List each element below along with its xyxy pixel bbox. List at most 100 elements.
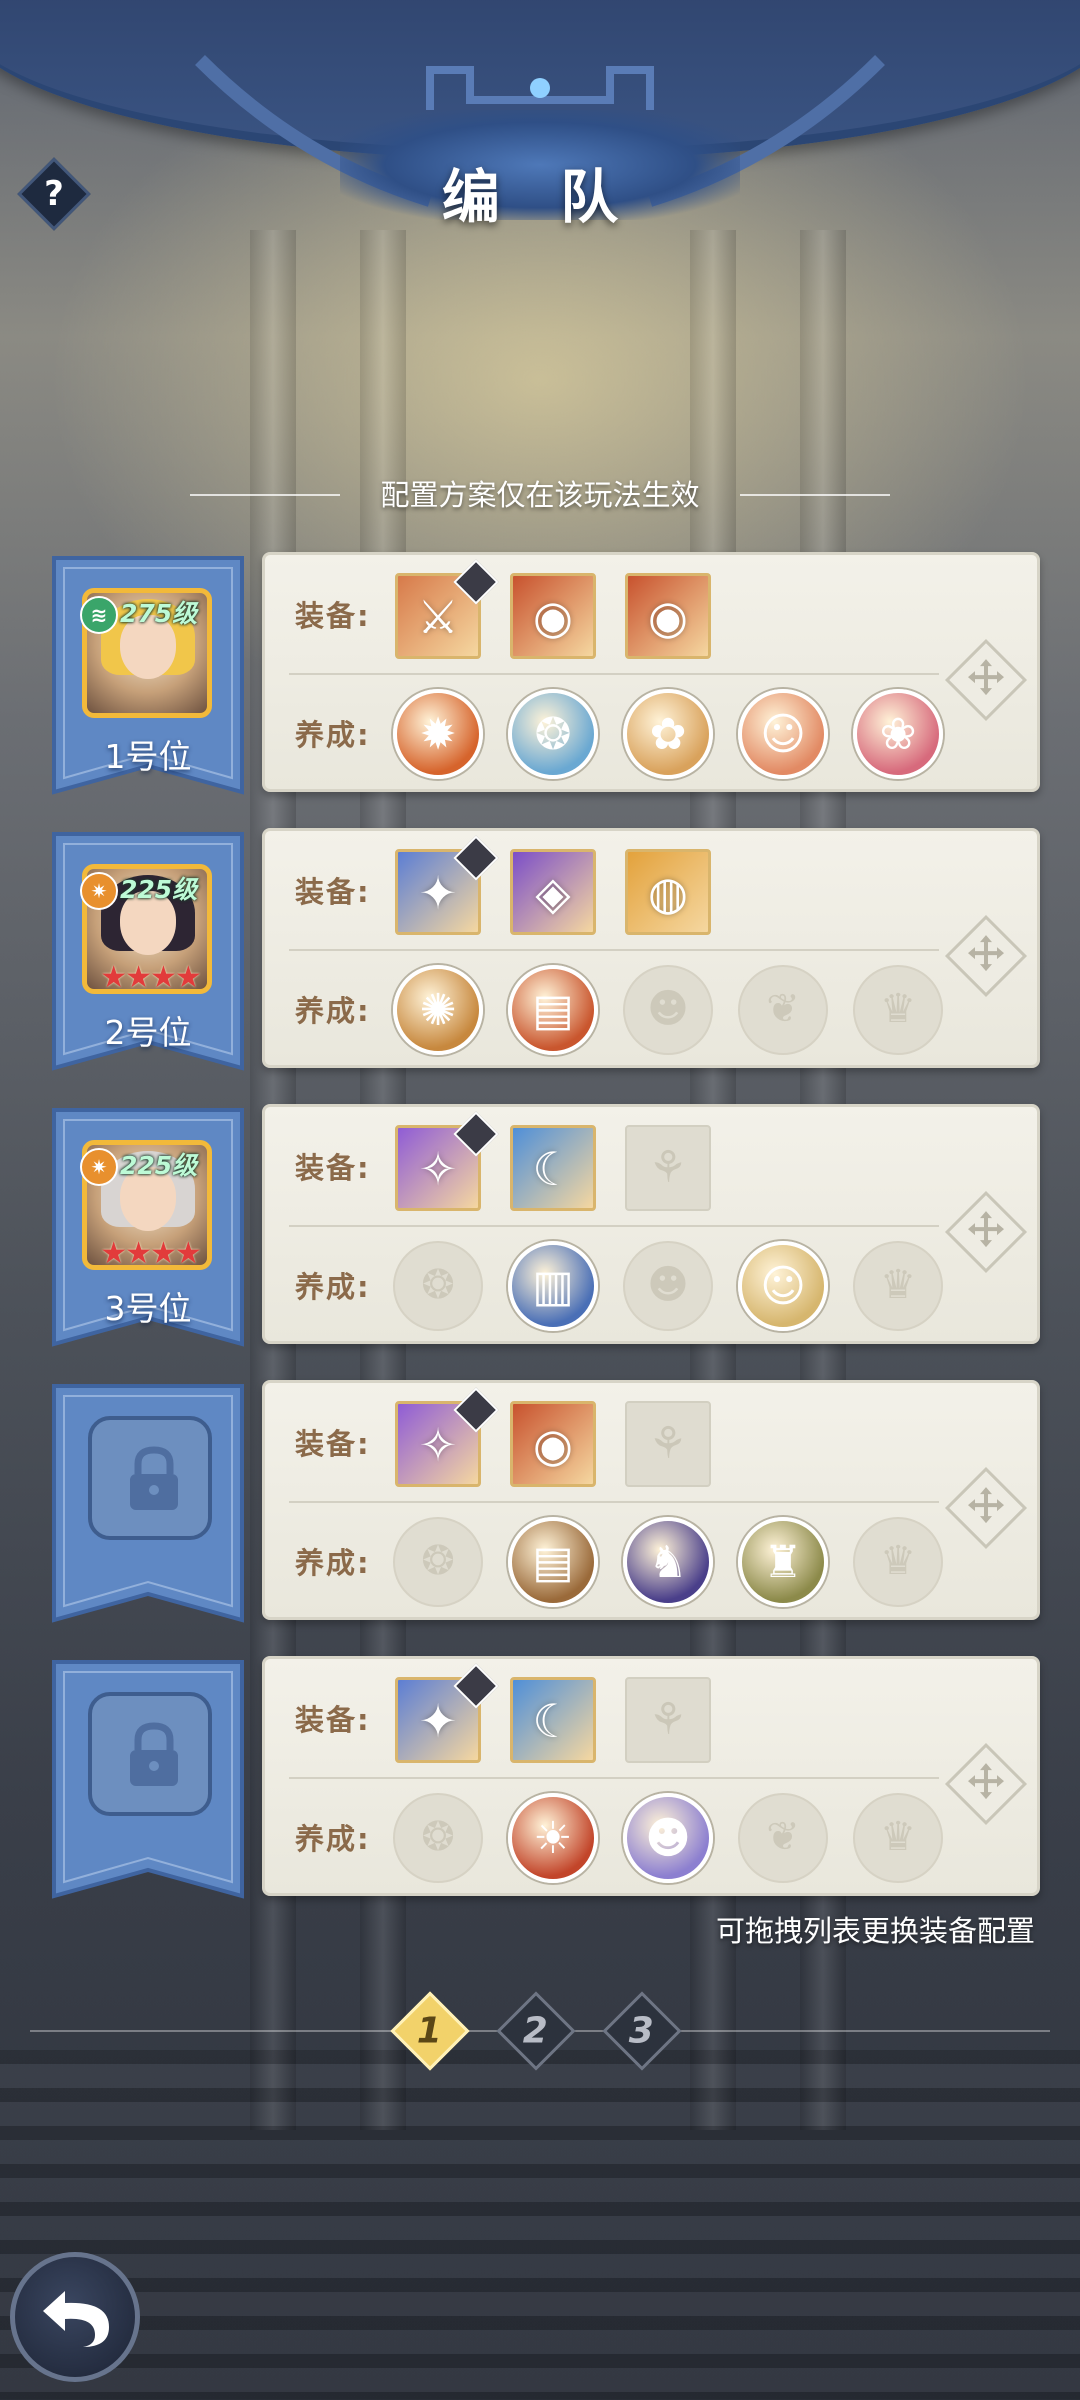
- train-slot[interactable]: ❂: [393, 1793, 483, 1883]
- train-slot[interactable]: ☻: [623, 1241, 713, 1331]
- notice: 配置方案仅在该玩法生效: [160, 470, 920, 520]
- drag-handle[interactable]: [944, 1742, 1028, 1826]
- drag-handle[interactable]: [944, 638, 1028, 722]
- formation-row[interactable]: ✷ 225级 ★★★★ 2号位 装备: 养成: ✦ ◈ ◍ ✺ ▤ ☻ ❦ ♛: [50, 828, 1040, 1078]
- train-slot[interactable]: ❦: [738, 965, 828, 1055]
- config-panel[interactable]: 装备: 养成: ✧ ☾ ⚘ ❂ ▥ ☻ ☺ ♛: [262, 1104, 1040, 1344]
- equip-slot[interactable]: ☾: [510, 1125, 596, 1211]
- panel-divider: [289, 949, 939, 951]
- equip-slot[interactable]: ✧: [395, 1387, 499, 1487]
- equip-slot[interactable]: ✦: [395, 1663, 499, 1763]
- white-cat-icon: ☻: [645, 1813, 691, 1864]
- train-slot[interactable]: ▤: [508, 965, 598, 1055]
- train-slot[interactable]: ☻: [623, 965, 713, 1055]
- train-slot[interactable]: ▥: [508, 1241, 598, 1331]
- train-slot[interactable]: ✺: [393, 965, 483, 1055]
- train-slot[interactable]: ☀: [508, 1793, 598, 1883]
- equip-label: 装备:: [295, 1703, 371, 1737]
- formation-row[interactable]: ≋ 275级 1号位 装备: 养成: ⚔ ◉ ◉ ✹ ❂ ✿ ☺ ❀: [50, 552, 1040, 802]
- level-badge: ✷ 225级: [80, 1148, 220, 1186]
- equip-slot[interactable]: ☾: [510, 1677, 596, 1763]
- amulet-slot-icon: ⚘: [648, 1142, 688, 1193]
- page-number: 3: [628, 2010, 654, 2052]
- train-slot[interactable]: ✿: [623, 689, 713, 779]
- star-rating: ★★★★: [100, 1236, 202, 1271]
- equip-slot[interactable]: ✦: [395, 835, 499, 935]
- drag-hint: 可拖拽列表更换装备配置: [715, 1914, 1035, 1948]
- cat-pet-icon: ✿: [649, 709, 687, 760]
- cat-slot-icon: ☻: [647, 1262, 689, 1308]
- red-amulet-icon: ◉: [647, 590, 689, 644]
- train-slot[interactable]: ♛: [853, 1241, 943, 1331]
- drag-handle[interactable]: [944, 914, 1028, 998]
- train-slot[interactable]: ☻: [623, 1793, 713, 1883]
- panel-divider: [289, 1225, 939, 1227]
- drag-handle[interactable]: [944, 1190, 1028, 1274]
- gold-amulet-icon: ◍: [647, 866, 689, 920]
- panel-divider: [289, 1777, 939, 1779]
- page-title: 编 队: [441, 163, 639, 231]
- config-panel[interactable]: 装备: 养成: ⚔ ◉ ◉ ✹ ❂ ✿ ☺ ❀: [262, 552, 1040, 792]
- equip-slot[interactable]: ◉: [625, 573, 711, 659]
- blue-book-icon: ▥: [532, 1261, 574, 1312]
- train-slot[interactable]: ▤: [508, 1517, 598, 1607]
- notice-text: 配置方案仅在该玩法生效: [380, 478, 700, 512]
- train-slot[interactable]: ♜: [738, 1517, 828, 1607]
- train-slot[interactable]: ❂: [508, 689, 598, 779]
- train-slot[interactable]: ♛: [853, 965, 943, 1055]
- lock-icon: [130, 1722, 178, 1786]
- formation-row[interactable]: ✷ 225级 ★★★★ 3号位 装备: 养成: ✧ ☾ ⚘ ❂ ▥ ☻ ☺ ♛: [50, 1104, 1040, 1354]
- purple-amulet-icon: ◈: [535, 866, 571, 920]
- equip-slot[interactable]: ◉: [510, 1401, 596, 1487]
- equip-label: 装备:: [295, 1427, 371, 1461]
- config-panel[interactable]: 装备: 养成: ✦ ☾ ⚘ ❂ ☀ ☻ ❦ ♛: [262, 1656, 1040, 1896]
- train-slot[interactable]: ♛: [853, 1517, 943, 1607]
- train-slot[interactable]: ❂: [393, 1517, 483, 1607]
- drag-handle[interactable]: [944, 1466, 1028, 1550]
- hero-slot-banner[interactable]: [50, 1380, 246, 1630]
- move-arrows-icon: [968, 935, 1004, 972]
- moon-amulet-icon: ☾: [532, 1142, 574, 1196]
- lock-icon: [130, 1446, 178, 1510]
- equip-slot[interactable]: ⚘: [625, 1401, 711, 1487]
- train-slot[interactable]: ♛: [853, 1793, 943, 1883]
- equip-label: 装备:: [295, 1151, 371, 1185]
- slot-number-label: 3号位: [104, 1289, 192, 1328]
- fire-pet-icon: ✹: [419, 709, 457, 760]
- amulet-slot-icon: ⚘: [648, 1418, 688, 1469]
- flower-slot-icon: ❦: [766, 986, 800, 1032]
- formation-row[interactable]: 装备: 养成: ✧ ◉ ⚘ ❂ ▤ ♞ ♜ ♛: [50, 1380, 1040, 1630]
- equip-slot[interactable]: ✧: [395, 1111, 499, 1211]
- moon-amulet-icon: ☾: [532, 1694, 574, 1748]
- page-number: 2: [522, 2010, 548, 2052]
- equip-slot[interactable]: ◍: [625, 849, 711, 935]
- move-arrows-icon: [968, 1211, 1004, 1248]
- train-slot[interactable]: ❂: [393, 1241, 483, 1331]
- equip-slot[interactable]: ⚔: [395, 559, 499, 659]
- slot-number-label: 2号位: [104, 1013, 192, 1052]
- equip-slot[interactable]: ◉: [510, 573, 596, 659]
- train-label: 养成:: [295, 1822, 371, 1856]
- train-slot[interactable]: ☺: [738, 689, 828, 779]
- equip-slot[interactable]: ⚘: [625, 1677, 711, 1763]
- back-button[interactable]: [10, 2252, 140, 2382]
- hero-slot-banner[interactable]: ✷ 225级 ★★★★ 3号位: [50, 1104, 246, 1354]
- hero-level: 225级: [120, 1151, 198, 1180]
- equip-slot[interactable]: ◈: [510, 849, 596, 935]
- train-slot[interactable]: ❦: [738, 1793, 828, 1883]
- locked-slot: [88, 1692, 212, 1816]
- train-slot[interactable]: ✹: [393, 689, 483, 779]
- amulet-slot-icon: ⚘: [648, 1694, 688, 1745]
- hero-slot-banner[interactable]: ≋ 275级 1号位: [50, 552, 246, 802]
- panel-divider: [289, 1501, 939, 1503]
- book-icon: ▤: [532, 985, 574, 1036]
- hero-slot-banner[interactable]: ✷ 225级 ★★★★ 2号位: [50, 828, 246, 1078]
- hero-slot-banner[interactable]: [50, 1656, 246, 1906]
- config-panel[interactable]: 装备: 养成: ✧ ◉ ⚘ ❂ ▤ ♞ ♜ ♛: [262, 1380, 1040, 1620]
- train-slot[interactable]: ♞: [623, 1517, 713, 1607]
- formation-row[interactable]: 装备: 养成: ✦ ☾ ⚘ ❂ ☀ ☻ ❦ ♛: [50, 1656, 1040, 1906]
- train-slot[interactable]: ☺: [738, 1241, 828, 1331]
- config-panel[interactable]: 装备: 养成: ✦ ◈ ◍ ✺ ▤ ☻ ❦ ♛: [262, 828, 1040, 1068]
- equip-slot[interactable]: ⚘: [625, 1125, 711, 1211]
- train-slot[interactable]: ❀: [853, 689, 943, 779]
